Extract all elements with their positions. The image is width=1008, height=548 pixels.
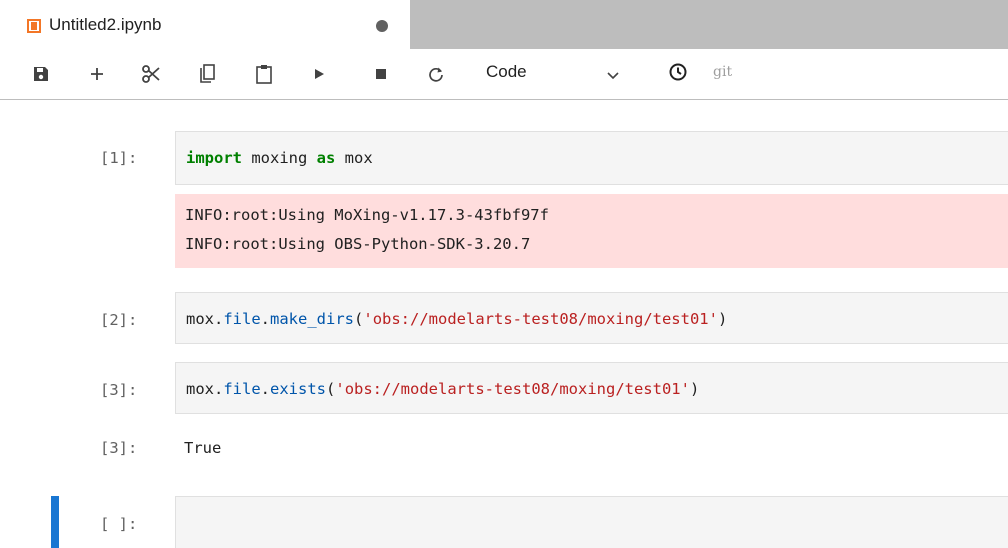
code-line: mox.file.exists('obs://modelarts-test08/…	[186, 380, 699, 398]
notebook-toolbar: Code git	[0, 49, 1008, 100]
save-button[interactable]	[30, 49, 52, 99]
notebook-icon	[27, 19, 41, 33]
function-name: exists	[270, 380, 327, 398]
code-line: import moxing as mox	[186, 149, 373, 167]
input-prompt: [ ]:	[100, 515, 138, 533]
code-cell-input[interactable]: import moxing as mox	[175, 131, 1008, 185]
chevron-down-icon[interactable]	[607, 68, 619, 86]
code-text: mox	[186, 380, 214, 398]
output-prompt: [3]:	[100, 439, 138, 457]
string-literal: 'obs://modelarts-test08/moxing/test01'	[335, 380, 690, 398]
paste-button[interactable]	[253, 49, 275, 99]
notebook-tab[interactable]: Untitled2.ipynb	[0, 0, 410, 49]
copy-button[interactable]	[197, 49, 219, 99]
cell-output: True	[184, 439, 222, 457]
function-name: make_dirs	[270, 310, 355, 328]
code-text: )	[689, 380, 700, 398]
run-icon	[315, 69, 324, 79]
keyword: import	[186, 149, 242, 167]
code-text: )	[717, 310, 728, 328]
stderr-line: INFO:root:Using OBS-Python-SDK-3.20.7	[185, 235, 531, 253]
code-line: mox.file.make_dirs('obs://modelarts-test…	[186, 310, 727, 328]
tab-bar: Untitled2.ipynb	[0, 0, 1008, 49]
save-icon	[34, 67, 48, 81]
code-text: .	[214, 310, 224, 328]
input-prompt: [3]:	[100, 381, 138, 399]
attribute: file	[223, 380, 261, 398]
string-literal: 'obs://modelarts-test08/moxing/test01'	[363, 310, 718, 328]
attribute: file	[223, 310, 261, 328]
unsaved-indicator-icon[interactable]	[376, 20, 388, 32]
code-cell-input[interactable]: mox.file.make_dirs('obs://modelarts-test…	[175, 292, 1008, 344]
cut-button[interactable]	[140, 49, 162, 99]
add-cell-button[interactable]	[86, 49, 108, 99]
active-cell-indicator	[51, 496, 59, 548]
keyword: as	[316, 149, 336, 167]
stderr-line: INFO:root:Using MoXing-v1.17.3-43fbf97f	[185, 206, 549, 224]
copy-icon	[200, 64, 215, 83]
code-text: mox	[335, 149, 373, 167]
code-text: .	[260, 380, 271, 398]
input-prompt: [1]:	[100, 149, 138, 167]
git-label[interactable]: git	[713, 64, 732, 80]
stop-icon	[376, 69, 386, 79]
run-button[interactable]	[309, 49, 329, 99]
tab-bar-filler	[410, 0, 1008, 49]
code-text: .	[214, 380, 224, 398]
code-text: (	[354, 310, 364, 328]
cut-icon	[142, 65, 160, 83]
code-text: mox	[186, 310, 214, 328]
restart-kernel-button[interactable]	[425, 49, 447, 99]
code-text: (	[326, 380, 336, 398]
clock-icon[interactable]	[668, 62, 688, 87]
paste-icon	[256, 65, 272, 84]
input-prompt: [2]:	[100, 311, 138, 329]
tab-title: Untitled2.ipynb	[49, 15, 162, 34]
code-cell-input[interactable]: mox.file.exists('obs://modelarts-test08/…	[175, 362, 1008, 414]
code-text: .	[260, 310, 271, 328]
code-cell-input[interactable]	[175, 496, 1008, 548]
cell-type-select[interactable]: Code	[486, 62, 527, 82]
restart-icon	[429, 67, 443, 82]
stop-button[interactable]	[371, 49, 391, 99]
stderr-output: INFO:root:Using MoXing-v1.17.3-43fbf97f …	[175, 194, 1008, 268]
code-text: moxing	[242, 149, 317, 167]
add-cell-icon	[91, 68, 103, 80]
